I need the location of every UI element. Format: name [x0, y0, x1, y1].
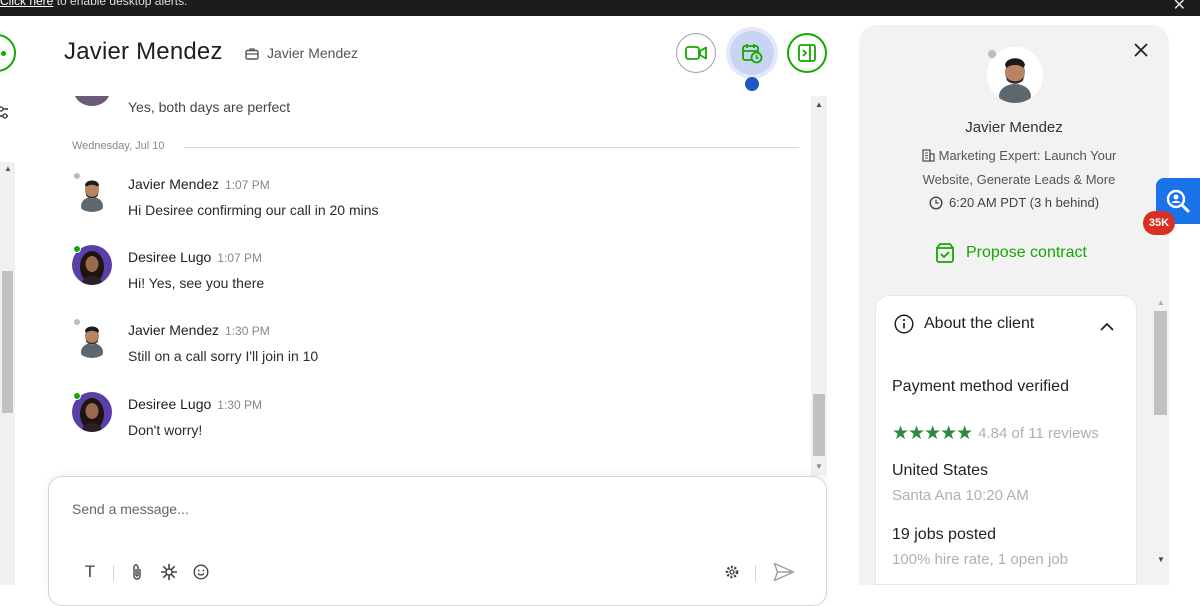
sender-name: Desiree Lugo: [128, 396, 212, 412]
date-separator: Wednesday, Jul 10: [72, 140, 799, 152]
avatar: [74, 96, 110, 106]
message-item: Desiree Lugo 1:07 PM Hi! Yes, see you the…: [72, 245, 772, 305]
scroll-up-arrow-icon[interactable]: ▲: [1157, 298, 1165, 307]
message-item: Javier Mendez 1:30 PM Still on a call sor…: [72, 318, 772, 378]
message-text: Yes, both days are perfect: [128, 99, 291, 115]
star-rating-icon: ★★★★★: [892, 423, 973, 444]
payment-status: Payment method verified: [892, 378, 1069, 395]
message-time: 1:07 PM: [225, 178, 270, 192]
rating-text: 4.84 of 11 reviews: [978, 425, 1099, 442]
message-item: Javier Mendez 1:07 PM Hi Desiree confirmi…: [72, 172, 772, 232]
emoji-icon[interactable]: [190, 561, 212, 583]
sender-name: Desiree Lugo: [128, 249, 212, 265]
search-person-icon: [1166, 189, 1190, 213]
enable-alerts-link[interactable]: Click here: [0, 0, 53, 8]
chat-scrollbar[interactable]: ▲ ▼: [811, 96, 827, 476]
jobs-posted: 19 jobs posted: [892, 526, 997, 543]
about-client-header[interactable]: About the client: [894, 314, 1124, 334]
presence-indicator: [73, 318, 81, 326]
presence-indicator: [73, 392, 81, 400]
rating: ★★★★★ 4.84 of 11 reviews: [892, 422, 1099, 445]
sidebar-toggle-icon: [798, 44, 816, 62]
chevron-up-icon[interactable]: [1100, 318, 1114, 336]
info-icon: [894, 314, 914, 334]
schedule-meeting-button[interactable]: [730, 31, 774, 75]
scroll-down-arrow-icon[interactable]: ▼: [1157, 555, 1165, 564]
propose-contract-label: Propose contract: [966, 244, 1087, 261]
message-time: 1:07 PM: [217, 251, 262, 265]
panel-scroll-thumb[interactable]: [1154, 311, 1167, 415]
date-separator-label: Wednesday, Jul 10: [72, 140, 165, 152]
message-text: Don't worry!: [128, 422, 203, 438]
toggle-panel-button[interactable]: [787, 33, 827, 73]
message-text: Hi Desiree confirming our call in 20 min…: [128, 202, 379, 218]
notification-text: to enable desktop alerts.: [56, 0, 188, 8]
message-composer: T: [48, 476, 827, 606]
date-separator-line: [184, 147, 799, 148]
profile-name: Javier Mendez: [965, 119, 1063, 136]
about-client-heading: About the client: [924, 315, 1035, 332]
presence-indicator: [73, 172, 81, 180]
close-panel-button[interactable]: [1131, 40, 1151, 60]
attachment-icon[interactable]: [126, 561, 148, 583]
sender-name: Javier Mendez: [128, 322, 220, 338]
video-call-button[interactable]: [676, 33, 716, 73]
toolbar-divider: [755, 565, 756, 581]
profile-panel: Javier Mendez Marketing Expert: Launch Y…: [859, 25, 1169, 585]
client-country: United States: [892, 462, 989, 479]
about-client-card: About the client Payment method verified…: [875, 295, 1137, 585]
briefcase-icon: [245, 47, 259, 60]
job-label[interactable]: Javier Mendez: [245, 45, 358, 61]
video-camera-icon: [685, 46, 707, 60]
sidebar-scroll-thumb[interactable]: [2, 271, 13, 413]
contract-icon: [936, 243, 954, 263]
notification-dot: [745, 77, 759, 91]
presence-indicator: [73, 245, 81, 253]
send-icon[interactable]: [771, 561, 797, 583]
message-text: Hi! Yes, see you there: [128, 275, 265, 291]
client-city-time: Santa Ana 10:20 AM: [892, 487, 1029, 504]
left-sidebar-edge: ▲: [0, 16, 17, 585]
profile-title: Marketing Expert: Launch Your Website, G…: [922, 148, 1117, 187]
notification-bar: Click here to enable desktop alerts. ✕: [0, 0, 1200, 16]
sender-name: Javier Mendez: [128, 176, 220, 192]
settings-gear-icon[interactable]: [721, 561, 743, 583]
filter-icon[interactable]: [0, 106, 8, 125]
ai-sparkle-icon[interactable]: [158, 561, 180, 583]
scroll-down-arrow-icon[interactable]: ▼: [815, 462, 823, 471]
panel-scrollbar[interactable]: ▲ ▼: [1153, 297, 1168, 570]
scroll-up-arrow-icon[interactable]: ▲: [4, 164, 12, 173]
toolbar-divider: [113, 565, 114, 581]
scroll-up-arrow-icon[interactable]: ▲: [815, 100, 823, 109]
propose-contract-button[interactable]: Propose contract: [934, 242, 1087, 264]
close-icon: [1134, 43, 1148, 57]
chat-scroll-thumb[interactable]: [813, 394, 825, 456]
job-label-text: Javier Mendez: [267, 45, 359, 61]
status-button[interactable]: [0, 34, 16, 72]
presence-indicator: [987, 49, 997, 59]
message-item: Desiree Lugo 1:30 PM Don't worry!: [72, 392, 772, 452]
message-list[interactable]: Yes, both days are perfect Wednesday, Ju…: [60, 96, 810, 476]
message-time: 1:30 PM: [225, 324, 270, 338]
close-icon[interactable]: ✕: [1173, 0, 1186, 15]
text-format-icon[interactable]: T: [79, 561, 101, 583]
building-icon: [921, 147, 935, 169]
hire-rate: 100% hire rate, 1 open job: [892, 551, 1068, 568]
extension-count-badge: 35K: [1143, 211, 1175, 235]
local-time: 6:20 AM PDT (3 h behind): [948, 195, 1100, 210]
message-time: 1:30 PM: [217, 398, 262, 412]
message-text: Still on a call sorry I'll join in 10: [128, 348, 319, 364]
calendar-clock-icon: [742, 44, 763, 64]
clock-icon: [929, 195, 943, 210]
message-input[interactable]: [72, 501, 672, 517]
conversation-title: Javier Mendez: [64, 38, 223, 65]
